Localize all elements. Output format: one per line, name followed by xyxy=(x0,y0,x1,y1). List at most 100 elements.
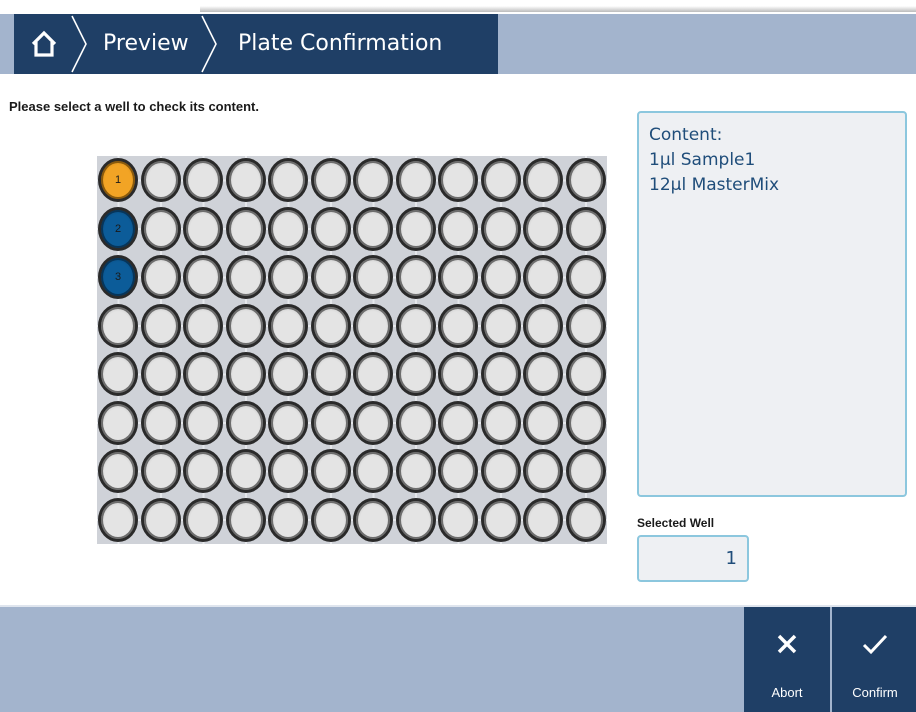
plate-well[interactable] xyxy=(225,400,266,445)
plate-well[interactable]: 2 xyxy=(98,206,138,251)
abort-button[interactable]: Abort xyxy=(744,605,830,712)
plate-well[interactable] xyxy=(225,255,266,299)
plate-well[interactable] xyxy=(268,206,308,251)
plate-well[interactable]: 1 xyxy=(98,158,138,202)
plate-well[interactable] xyxy=(523,352,563,396)
plate-well[interactable] xyxy=(183,352,223,396)
plate-well[interactable] xyxy=(353,497,393,542)
plate-well[interactable] xyxy=(438,255,478,299)
plate-well[interactable] xyxy=(480,497,521,542)
confirm-button[interactable]: Confirm xyxy=(832,605,916,712)
plate-well[interactable] xyxy=(395,206,436,251)
plate-well[interactable] xyxy=(225,449,266,493)
plate-well[interactable] xyxy=(268,449,308,493)
plate-well[interactable] xyxy=(140,352,181,396)
plate-well[interactable] xyxy=(183,497,223,542)
plate-well[interactable] xyxy=(438,158,478,202)
plate-well[interactable] xyxy=(268,255,308,299)
plate-well[interactable] xyxy=(98,449,138,493)
selected-well-field[interactable]: 1 xyxy=(637,535,749,582)
plate-well[interactable] xyxy=(565,497,606,542)
plate-well[interactable] xyxy=(565,449,606,493)
plate-well[interactable] xyxy=(98,400,138,445)
plate-well[interactable] xyxy=(395,449,436,493)
plate-well[interactable] xyxy=(395,497,436,542)
plate-well[interactable] xyxy=(310,255,351,299)
plate-well[interactable] xyxy=(140,497,181,542)
plate-well[interactable] xyxy=(565,352,606,396)
plate-well[interactable] xyxy=(565,255,606,299)
plate-well[interactable] xyxy=(98,352,138,396)
plate-well[interactable] xyxy=(98,497,138,542)
plate-well[interactable] xyxy=(353,255,393,299)
plate-well[interactable] xyxy=(310,352,351,396)
plate-well[interactable] xyxy=(523,303,563,348)
plate-well[interactable] xyxy=(98,303,138,348)
plate-well[interactable] xyxy=(395,255,436,299)
plate-well[interactable] xyxy=(395,158,436,202)
plate-well[interactable] xyxy=(225,206,266,251)
plate-well[interactable]: 3 xyxy=(98,255,138,299)
plate-well[interactable] xyxy=(268,497,308,542)
plate-well[interactable] xyxy=(523,449,563,493)
plate-well[interactable] xyxy=(140,206,181,251)
plate-well[interactable] xyxy=(310,206,351,251)
plate-well[interactable] xyxy=(523,400,563,445)
plate-well[interactable] xyxy=(225,497,266,542)
plate-well[interactable] xyxy=(140,449,181,493)
plate-well[interactable] xyxy=(225,158,266,202)
plate-well[interactable] xyxy=(565,400,606,445)
plate-well[interactable] xyxy=(310,158,351,202)
plate-well[interactable] xyxy=(183,206,223,251)
plate-well[interactable] xyxy=(480,158,521,202)
plate-well[interactable] xyxy=(480,352,521,396)
plate-well[interactable] xyxy=(523,158,563,202)
plate-well[interactable] xyxy=(225,352,266,396)
plate-well[interactable] xyxy=(523,497,563,542)
plate-well[interactable] xyxy=(353,449,393,493)
plate-well[interactable] xyxy=(438,400,478,445)
plate-well[interactable] xyxy=(310,400,351,445)
plate-well[interactable] xyxy=(183,255,223,299)
plate-well[interactable] xyxy=(438,449,478,493)
plate-well[interactable] xyxy=(183,303,223,348)
home-button[interactable] xyxy=(14,14,72,74)
plate-well[interactable] xyxy=(395,400,436,445)
plate-well[interactable] xyxy=(310,449,351,493)
plate-well[interactable] xyxy=(268,303,308,348)
plate-well[interactable] xyxy=(480,303,521,348)
plate-well[interactable] xyxy=(565,158,606,202)
plate-well[interactable] xyxy=(140,158,181,202)
plate-well[interactable] xyxy=(225,303,266,348)
plate-well[interactable] xyxy=(480,206,521,251)
plate-well[interactable] xyxy=(523,206,563,251)
plate-well[interactable] xyxy=(268,352,308,396)
plate-well[interactable] xyxy=(565,206,606,251)
plate-well[interactable] xyxy=(438,352,478,396)
plate-well[interactable] xyxy=(268,400,308,445)
plate-well[interactable] xyxy=(353,303,393,348)
plate-well[interactable] xyxy=(353,352,393,396)
plate-well[interactable] xyxy=(565,303,606,348)
plate-well[interactable] xyxy=(310,303,351,348)
plate-well[interactable] xyxy=(140,400,181,445)
plate-well[interactable] xyxy=(353,206,393,251)
plate-well[interactable] xyxy=(183,400,223,445)
plate-well[interactable] xyxy=(438,206,478,251)
plate-well[interactable] xyxy=(395,352,436,396)
plate-well[interactable] xyxy=(268,158,308,202)
plate-well[interactable] xyxy=(310,497,351,542)
plate-well[interactable] xyxy=(140,255,181,299)
plate-well[interactable] xyxy=(183,449,223,493)
plate-well[interactable] xyxy=(480,255,521,299)
plate-well[interactable] xyxy=(140,303,181,348)
plate-well[interactable] xyxy=(480,400,521,445)
plate-well[interactable] xyxy=(353,158,393,202)
plate-well[interactable] xyxy=(480,449,521,493)
breadcrumb-preview[interactable]: Preview xyxy=(103,14,189,74)
plate-well[interactable] xyxy=(395,303,436,348)
plate-well[interactable] xyxy=(438,497,478,542)
plate-well[interactable] xyxy=(353,400,393,445)
plate-well[interactable] xyxy=(438,303,478,348)
plate-well[interactable] xyxy=(183,158,223,202)
